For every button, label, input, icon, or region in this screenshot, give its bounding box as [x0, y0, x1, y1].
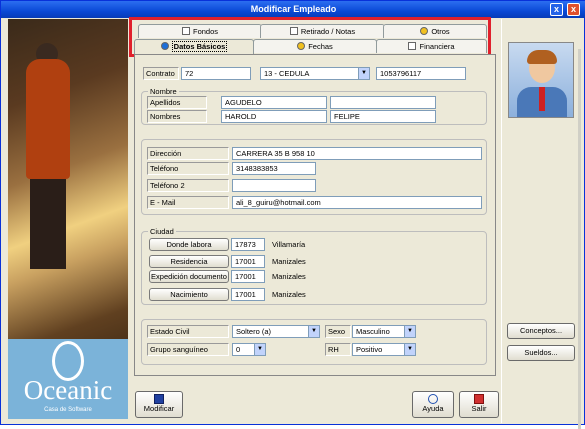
name1-field[interactable]: HAROLD [221, 110, 327, 123]
scrollbar[interactable] [578, 49, 581, 429]
basic-data-panel: Contrato 72 13 - CEDULA ▼ 1053796117 Nomb… [134, 54, 496, 376]
name-group-title: Nombre [148, 87, 179, 96]
name2-field[interactable]: FELIPE [330, 110, 436, 123]
window-title: Modificar Empleado [250, 4, 337, 14]
blood-type-label: Grupo sanguíneo [147, 343, 229, 356]
residence-name: Manizales [272, 257, 306, 266]
modify-label: Modificar [143, 404, 175, 413]
chevron-down-icon[interactable]: ▼ [404, 326, 415, 337]
phone-field[interactable]: 3148383853 [232, 162, 316, 175]
help-icon [428, 394, 438, 404]
chevron-down-icon[interactable]: ▼ [254, 344, 265, 355]
logo-brand: Oceanic [23, 375, 113, 405]
help-label: Ayuda [422, 404, 444, 413]
modify-button[interactable]: Modificar [135, 391, 183, 418]
doc-issue-code[interactable]: 17001 [231, 270, 265, 283]
chevron-down-icon[interactable]: ▼ [404, 344, 415, 355]
contract-field[interactable]: 72 [181, 67, 251, 80]
rh-select[interactable]: Positivo ▼ [352, 343, 416, 356]
concepts-button[interactable]: Conceptos... [507, 323, 575, 339]
residence-button[interactable]: Residencia [149, 255, 229, 268]
exit-icon [474, 394, 484, 404]
modify-employee-window: Modificar Empleado x x Oceanic Casa de S… [0, 0, 585, 429]
civil-status-label: Estado Civil [147, 325, 229, 338]
doc-issue-button[interactable]: Expedición documento [149, 270, 229, 283]
surname2-field[interactable] [330, 96, 436, 109]
logo-tagline: Casa de Software [44, 407, 92, 413]
chevron-down-icon[interactable]: ▼ [308, 326, 319, 337]
close-button[interactable]: x [567, 3, 580, 16]
avatar-hair [527, 50, 557, 64]
save-icon [154, 394, 164, 404]
id-type-select[interactable]: 13 - CEDULA ▼ [260, 67, 370, 80]
work-city-button[interactable]: Donde labora [149, 238, 229, 251]
employee-photo [508, 42, 574, 118]
phone2-label: Teléfono 2 [147, 179, 229, 192]
work-city-name: Villamaría [272, 240, 306, 249]
city-group-title: Ciudad [148, 227, 176, 236]
civil-status-value: Soltero (a) [236, 327, 272, 336]
phone-label: Teléfono [147, 162, 229, 175]
rh-value: Positivo [356, 345, 383, 354]
avatar-tie [539, 87, 545, 111]
names-label: Nombres [147, 110, 207, 123]
contract-label: Contrato [143, 67, 179, 80]
address-field[interactable]: CARRERA 35 B 958 10 [232, 147, 482, 160]
birth-city-code[interactable]: 17001 [231, 288, 265, 301]
exit-label: Salir [471, 404, 487, 413]
sex-select[interactable]: Masculino ▼ [352, 325, 416, 338]
civil-status-select[interactable]: Soltero (a) ▼ [232, 325, 320, 338]
id-number-field[interactable]: 1053796117 [376, 67, 466, 80]
salaries-button[interactable]: Sueldos... [507, 345, 575, 361]
surname1-field[interactable]: AGUDELO [221, 96, 327, 109]
doc-issue-name: Manizales [272, 272, 306, 281]
id-type-value: 13 - CEDULA [264, 69, 310, 78]
worker-figure [26, 59, 70, 179]
help-button[interactable]: Ayuda [412, 391, 454, 418]
oceanic-logo: Oceanic Casa de Software [8, 339, 128, 419]
email-field[interactable]: ali_8_guiru@hotmail.com [232, 196, 482, 209]
exit-button[interactable]: Salir [459, 391, 499, 418]
rh-label: RH [325, 343, 351, 356]
worker-legs [30, 179, 66, 269]
tabs-highlight-box [129, 17, 491, 57]
email-label: E - Mail [147, 196, 229, 209]
sex-label: Sexo [325, 325, 351, 338]
phone2-field[interactable] [232, 179, 316, 192]
birth-city-button[interactable]: Nacimiento [149, 288, 229, 301]
residence-code[interactable]: 17001 [231, 255, 265, 268]
sex-value: Masculino [356, 327, 390, 336]
title-bar: Modificar Empleado x x [1, 1, 585, 18]
blood-type-select[interactable]: 0 ▼ [232, 343, 266, 356]
company-banner-image: Oceanic Casa de Software [8, 19, 128, 419]
title-button[interactable]: x [550, 3, 563, 16]
chevron-down-icon[interactable]: ▼ [358, 68, 369, 79]
surname-label: Apellidos [147, 96, 207, 109]
address-label: Dirección [147, 147, 229, 160]
work-city-code[interactable]: 17873 [231, 238, 265, 251]
blood-type-value: 0 [236, 345, 241, 354]
birth-city-name: Manizales [272, 290, 306, 299]
